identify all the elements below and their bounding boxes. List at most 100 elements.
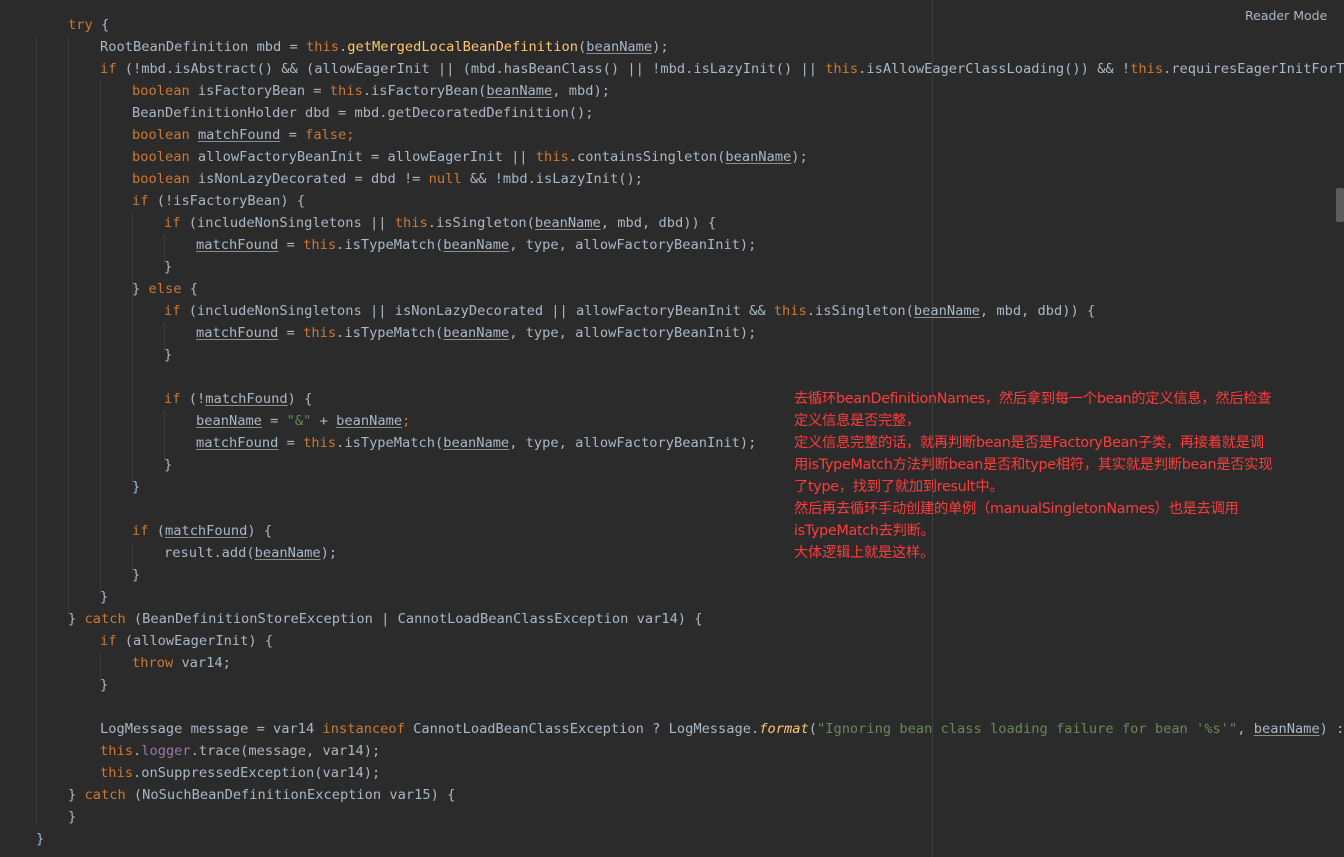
code-line: RootBeanDefinition mbd = this.getMergedL… — [100, 36, 669, 58]
code-variable: beanName — [1253, 721, 1320, 737]
code-text: (includeNonSingletons || isNonLazyDecora… — [180, 303, 774, 319]
code-line: LogMessage message = var14 instanceof Ca… — [100, 718, 1344, 740]
code-line: beanName = "&" + beanName; — [196, 410, 410, 432]
code-string: "&" — [286, 413, 312, 429]
code-line: boolean isFactoryBean = this.isFactoryBe… — [132, 80, 610, 102]
code-line: } — [36, 828, 44, 850]
code-line: } else { — [132, 278, 198, 300]
code-variable: beanName — [443, 237, 510, 253]
code-line: if (!mbd.isAbstract() && (allowEagerInit… — [100, 58, 1344, 80]
code-text: result.add( — [164, 545, 255, 561]
code-text: . — [132, 743, 142, 759]
code-line: } — [100, 586, 108, 608]
code-text: = — [278, 435, 304, 451]
code-text: (NoSuchBeanDefinitionException var15) { — [125, 787, 456, 803]
code-keyword: if — [100, 633, 117, 649]
code-text: } — [100, 677, 109, 693]
code-variable: matchFound — [197, 127, 281, 143]
code-line: } — [68, 806, 76, 828]
code-line: } — [132, 564, 140, 586]
code-keyword: boolean — [132, 149, 190, 165]
code-text: , mbd, dbd)) { — [600, 215, 717, 231]
scrollbar-thumb[interactable] — [1336, 188, 1344, 222]
code-variable: beanName — [254, 545, 321, 561]
code-text: ); — [652, 39, 669, 55]
code-method: getMergedLocalBeanDefinition — [347, 39, 578, 55]
code-keyword: false — [305, 127, 347, 143]
code-text: .isAllowEagerClassLoading()) && ! — [858, 61, 1131, 77]
code-keyword: ; — [346, 127, 355, 143]
code-keyword: this — [773, 303, 807, 319]
code-text: } — [164, 259, 173, 275]
code-keyword: this — [303, 325, 337, 341]
code-variable: matchFound — [196, 325, 279, 341]
reader-mode-button[interactable]: Reader Mode — [1245, 8, 1327, 23]
code-text: .isTypeMatch( — [336, 325, 444, 341]
code-text: } — [68, 787, 85, 803]
code-text: , mbd, dbd)) { — [979, 303, 1096, 319]
code-line: this.logger.trace(message, var14); — [100, 740, 380, 762]
code-text: RootBeanDefinition mbd = — [100, 39, 307, 55]
code-method: format — [759, 721, 809, 737]
code-text: .isFactoryBean( — [362, 83, 487, 99]
annotation-line: isTypeMatch去判断。 — [794, 523, 935, 539]
code-text: ); — [791, 149, 808, 165]
code-text: BeanDefinitionHolder dbd = mbd.getDecora… — [132, 105, 594, 121]
code-keyword: boolean — [132, 171, 190, 187]
indent-guide — [36, 36, 37, 826]
code-variable: matchFound — [196, 435, 279, 451]
code-variable: beanName — [486, 83, 553, 99]
code-text: .onSuppressedException(var14); — [132, 765, 381, 781]
code-line: } — [164, 344, 172, 366]
code-variable: beanName — [586, 39, 653, 55]
code-text: var14; — [173, 655, 231, 671]
code-keyword: catch — [84, 787, 126, 803]
code-keyword: catch — [84, 611, 126, 627]
code-text: } — [100, 589, 109, 605]
code-variable: beanName — [534, 215, 601, 231]
code-line: boolean isNonLazyDecorated = dbd != null… — [132, 168, 643, 190]
code-text: (includeNonSingletons || — [180, 215, 395, 231]
code-keyword: try — [68, 17, 93, 33]
code-line: throw var14; — [132, 652, 231, 674]
code-text: , mbd); — [552, 83, 610, 99]
code-text: ) : LogMess — [1319, 721, 1344, 737]
code-keyword: this — [394, 215, 428, 231]
code-keyword: this — [100, 743, 133, 759]
code-variable: beanName — [913, 303, 980, 319]
code-keyword: if — [100, 61, 117, 77]
code-line: BeanDefinitionHolder dbd = mbd.getDecora… — [132, 102, 593, 124]
annotation-line: 了type，找到了就加到result中。 — [794, 479, 1004, 495]
code-text: (BeanDefinitionStoreException | CannotLo… — [125, 611, 703, 627]
code-text: ( — [577, 39, 587, 55]
code-keyword: this — [303, 237, 337, 253]
code-variable: beanName — [725, 149, 792, 165]
code-line: if (matchFound) { — [132, 520, 272, 542]
code-text: allowFactoryBeanInit = allowEagerInit || — [189, 149, 536, 165]
code-line: matchFound = this.isTypeMatch(beanName, … — [196, 322, 756, 344]
code-text: } — [132, 281, 149, 297]
code-line: } — [164, 454, 172, 476]
code-keyword: null — [428, 171, 462, 187]
code-text: = — [278, 325, 304, 341]
code-keyword: if — [164, 215, 181, 231]
code-keyword: if — [164, 391, 181, 407]
code-text: { — [92, 17, 110, 33]
code-text: , type, allowFactoryBeanInit); — [509, 435, 757, 451]
code-editor[interactable]: Reader Mode try { RootBeanDefinition mbd… — [0, 0, 1344, 857]
code-line: try { — [68, 14, 109, 36]
code-variable: beanName — [336, 413, 403, 429]
indent-guide — [100, 80, 101, 594]
code-text: (! — [180, 391, 206, 407]
code-text: } — [132, 479, 141, 495]
indent-guide — [132, 212, 133, 482]
code-line: result.add(beanName); — [164, 542, 337, 564]
code-variable: matchFound — [196, 237, 279, 253]
code-text: , — [1237, 721, 1254, 737]
code-text: } — [68, 611, 85, 627]
code-text: } — [36, 831, 45, 847]
code-text: } — [132, 567, 141, 583]
code-variable: matchFound — [164, 523, 248, 539]
code-keyword: this — [825, 61, 859, 77]
code-keyword: if — [132, 193, 149, 209]
